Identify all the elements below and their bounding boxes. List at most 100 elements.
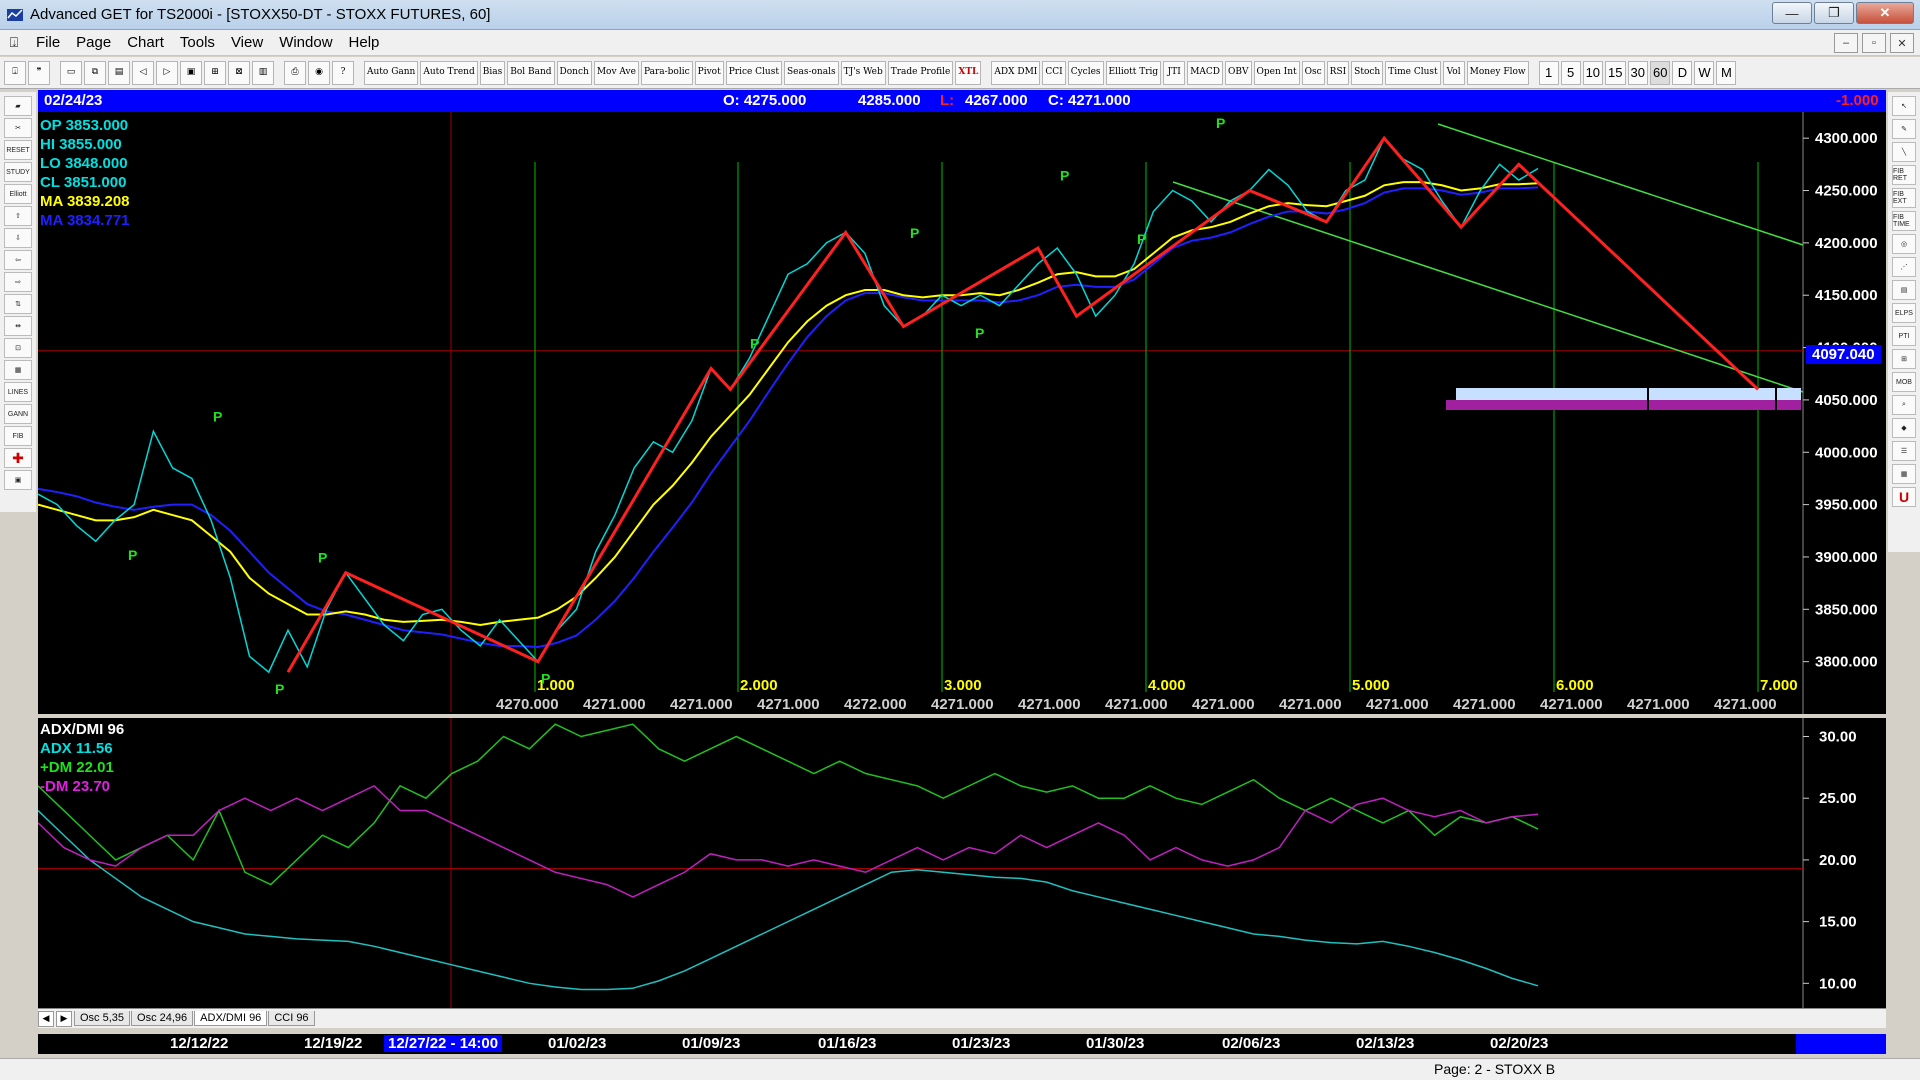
expand-icon[interactable]: ⇅ — [4, 294, 32, 314]
circle-tool-icon[interactable]: ◎ — [1892, 234, 1916, 254]
study-open-int-button[interactable]: Open Int — [1253, 60, 1300, 85]
study-auto-gann-button[interactable]: Auto Gann — [364, 60, 419, 85]
tab-osc-24-96[interactable]: Osc 24,96 — [131, 1011, 194, 1026]
study-donch-button[interactable]: Donch — [556, 60, 592, 85]
interval-10-button[interactable]: 10 — [1582, 60, 1604, 85]
arrow-down-icon[interactable]: ⇩ — [4, 228, 32, 248]
mdi-restore-button[interactable]: ▫ — [1862, 33, 1886, 53]
grid-icon[interactable]: ⊞ — [204, 60, 226, 85]
tip-icon[interactable]: ◉ — [308, 60, 330, 85]
reset-icon[interactable]: RESET — [4, 140, 32, 160]
cursor-icon[interactable]: ↖ — [1892, 96, 1916, 116]
arrow-up-icon[interactable]: ⇧ — [4, 206, 32, 226]
close-button[interactable]: ✕ — [1856, 2, 1914, 24]
quote-icon[interactable]: ❞ — [28, 60, 50, 85]
new-page-icon[interactable]: ▭ — [60, 60, 82, 85]
copy-page-icon[interactable]: ⧉ — [84, 60, 106, 85]
elliott-icon[interactable]: Elliott — [4, 184, 32, 204]
tab-osc-5-35[interactable]: Osc 5,35 — [74, 1011, 131, 1026]
tab-prev-icon[interactable]: ◀ — [38, 1010, 54, 1027]
study-xtl-button[interactable]: XTL — [955, 60, 982, 85]
compress-icon[interactable]: ⇹ — [4, 316, 32, 336]
adx-dmi-chart[interactable]: 30.00 25.00 20.00 15.00 10.00 ADX/DMI 96 ADX… — [38, 718, 1886, 1008]
interval-w-button[interactable]: W — [1694, 60, 1715, 85]
interval-60-button[interactable]: 60 — [1649, 60, 1671, 85]
tab-cci-96[interactable]: CCI 96 — [268, 1011, 315, 1026]
menu-window[interactable]: Window — [271, 34, 340, 51]
study-mov-ave-button[interactable]: Mov Ave — [593, 60, 639, 85]
study-jti-button[interactable]: JTI — [1163, 60, 1186, 85]
tab-adx-dmi-96[interactable]: ADX/DMI 96 — [194, 1011, 268, 1026]
menu-view[interactable]: View — [223, 34, 271, 51]
tab-next-icon[interactable]: ▶ — [56, 1010, 72, 1027]
interval-m-button[interactable]: M — [1716, 60, 1737, 85]
study-bol-band-button[interactable]: Bol Band — [507, 60, 555, 85]
scissors-icon[interactable]: ✂ — [4, 118, 32, 138]
study-cycles-button[interactable]: Cycles — [1067, 60, 1104, 85]
study-icon[interactable]: STUDY — [4, 162, 32, 182]
gann-icon[interactable]: GANN — [4, 404, 32, 424]
study-cci-button[interactable]: CCI — [1042, 60, 1066, 85]
study-seasonals-button[interactable]: Seas-onals — [783, 60, 839, 85]
fib-time-icon[interactable]: FIB TIME — [1892, 211, 1916, 231]
forward-icon[interactable]: ▷ — [156, 60, 178, 85]
study-osc-button[interactable]: Osc — [1301, 60, 1325, 85]
maximize-button[interactable]: ❐ — [1814, 2, 1854, 24]
calc-icon[interactable]: ▦ — [1892, 464, 1916, 484]
study-macd-button[interactable]: MACD — [1187, 60, 1224, 85]
menu-help[interactable]: Help — [341, 34, 388, 51]
fib-icon[interactable]: FIB — [4, 426, 32, 446]
price-chart[interactable]: 4300.0004250.0004200.0004150.0004100.000… — [38, 112, 1886, 714]
crosshair-icon[interactable]: ✚ — [4, 448, 32, 468]
interval-30-button[interactable]: 30 — [1627, 60, 1648, 85]
study-elliott-trig-button[interactable]: Elliott Trig — [1105, 60, 1162, 85]
fib-ret-icon[interactable]: FIB RET — [1892, 165, 1916, 185]
elps-icon[interactable]: ELPS — [1892, 303, 1916, 323]
menu-page[interactable]: Page — [68, 34, 119, 51]
magnify-icon[interactable]: ⌕ — [1892, 395, 1916, 415]
fib-ext-icon[interactable]: FIB EXT — [1892, 188, 1916, 208]
mdi-close-button[interactable]: ✕ — [1890, 33, 1914, 53]
study-adx-dmi-button[interactable]: ADX DMI — [991, 60, 1041, 85]
magnet-icon[interactable]: U — [1892, 487, 1916, 507]
help-icon[interactable]: ? — [332, 60, 354, 85]
doc-icon[interactable]: ⍗ — [0, 34, 28, 51]
study-trade-profile-button[interactable]: Trade Profile — [887, 60, 954, 85]
study-tjs-web-button[interactable]: TJ's Web — [840, 60, 886, 85]
print-icon[interactable]: ⎙ — [284, 60, 306, 85]
study-price-clust-button[interactable]: Price Clust — [725, 60, 782, 85]
pencil-icon[interactable]: ✎ — [1892, 119, 1916, 139]
delete-icon[interactable]: ⊠ — [228, 60, 250, 85]
pointer-tool-icon[interactable]: ⍗ — [4, 60, 26, 85]
study-time-clust-button[interactable]: Time Clust — [1385, 60, 1441, 85]
study-money-flow-button[interactable]: Money Flow — [1466, 60, 1529, 85]
window-icon[interactable]: ▣ — [180, 60, 202, 85]
mob-icon[interactable]: MOB — [1892, 372, 1916, 392]
mdi-minimize-button[interactable]: – — [1834, 33, 1858, 53]
menu-file[interactable]: File — [28, 34, 68, 51]
back-icon[interactable]: ◁ — [132, 60, 154, 85]
pti-icon[interactable]: PTI — [1892, 326, 1916, 346]
table-icon[interactable]: ▦ — [4, 360, 32, 380]
study-parabolic-button[interactable]: Para-bolic — [640, 60, 693, 85]
menu-chart[interactable]: Chart — [119, 34, 172, 51]
zoom-icon[interactable]: ⊡ — [4, 338, 32, 358]
interval-15-button[interactable]: 15 — [1605, 60, 1626, 85]
study-pivot-button[interactable]: Pivot — [694, 60, 724, 85]
line-icon[interactable]: ╲ — [1892, 142, 1916, 162]
arrow-right-icon[interactable]: ⇨ — [4, 272, 32, 292]
minimize-button[interactable]: — — [1772, 2, 1812, 24]
interval-d-button[interactable]: D — [1672, 60, 1693, 85]
open-folder-icon[interactable]: ▰ — [4, 96, 32, 116]
open-icon[interactable]: ▤ — [108, 60, 130, 85]
lines-icon[interactable]: LINES — [4, 382, 32, 402]
paint-icon[interactable]: ◆ — [1892, 418, 1916, 438]
layout-icon[interactable]: ▥ — [252, 60, 274, 85]
list-icon[interactable]: ☰ — [1892, 441, 1916, 461]
fan-icon[interactable]: ⋰ — [1892, 257, 1916, 277]
menu-tools[interactable]: Tools — [172, 34, 223, 51]
properties-icon[interactable]: ▣ — [4, 470, 32, 490]
study-vol-button[interactable]: Vol — [1442, 60, 1465, 85]
interval-1-button[interactable]: 1 — [1538, 60, 1559, 85]
study-bias-button[interactable]: Bias — [479, 60, 506, 85]
